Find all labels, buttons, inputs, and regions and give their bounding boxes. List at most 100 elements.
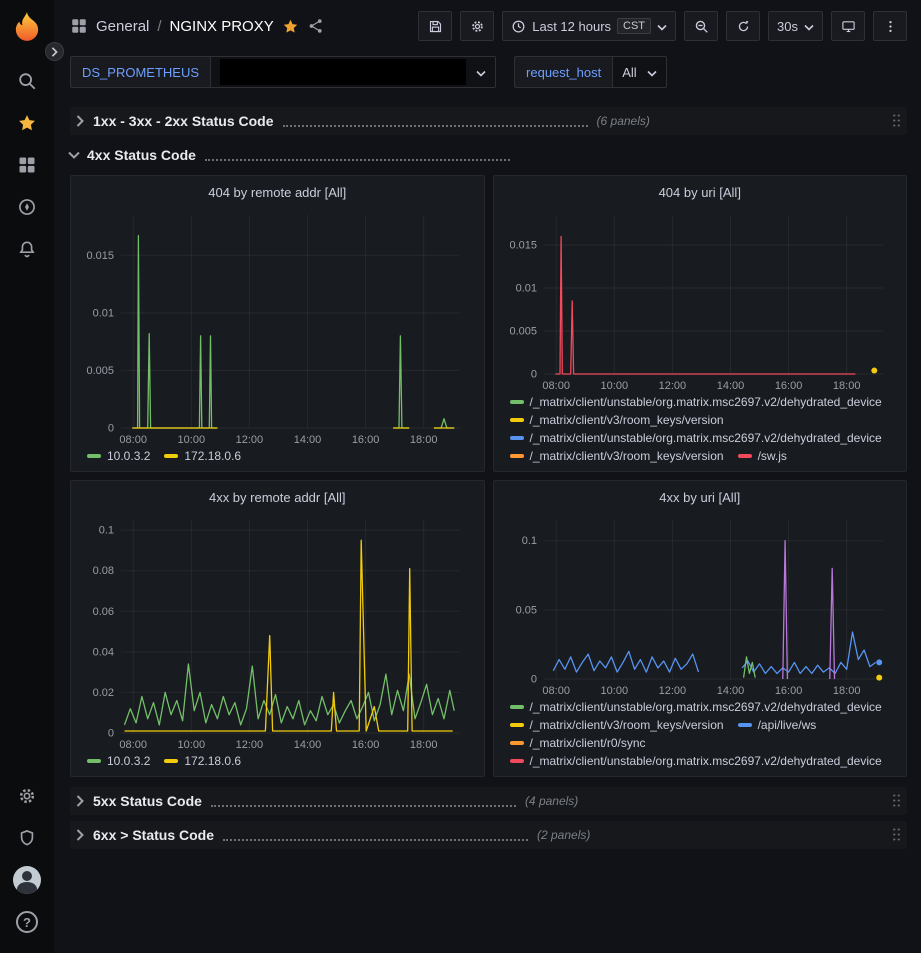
row-6xx[interactable]: 6xx > Status Code (2 panels) [70,821,907,849]
svg-text:14:00: 14:00 [716,685,744,697]
tv-mode-button[interactable] [831,11,865,41]
svg-text:0.08: 0.08 [93,565,114,577]
timezone-badge: CST [617,18,651,34]
legend-item[interactable]: /_matrix/client/r0/sync [510,736,646,750]
sidebar-item-explore[interactable] [5,186,49,228]
search-icon-button[interactable] [5,60,49,102]
svg-text:10:00: 10:00 [600,380,628,392]
panels-grid: 404 by remote addr [All] 00.0050.010.015… [70,175,907,777]
legend-series-marker [510,418,524,422]
variable-label-request-host[interactable]: request_host [514,56,613,88]
chart-legend: /_matrix/client/unstable/org.matrix.msc2… [504,392,897,463]
drag-handle[interactable] [892,827,901,843]
dashboard-settings-button[interactable] [460,11,494,41]
save-dashboard-button[interactable] [418,11,452,41]
star-icon [17,113,37,133]
grafana-logo[interactable] [10,10,44,44]
legend-item[interactable]: 172.18.0.6 [164,754,241,768]
request-host-select[interactable]: All [612,56,666,88]
help-icon: ? [16,911,38,933]
svg-text:0.1: 0.1 [99,525,114,537]
svg-text:0.015: 0.015 [86,250,114,262]
svg-text:12:00: 12:00 [658,685,686,697]
legend-series-marker [87,759,101,763]
panel-title[interactable]: 404 by remote addr [All] [81,181,474,205]
legend-series-label: /_matrix/client/v3/room_keys/version [530,449,724,463]
variables-bar: DS_PROMETHEUS request_host All [54,52,921,98]
sidebar-item-server-admin[interactable] [5,817,49,859]
legend-item[interactable]: 172.18.0.6 [164,449,241,463]
panel-title[interactable]: 4xx by remote addr [All] [81,486,474,510]
legend-item[interactable]: /_matrix/client/unstable/org.matrix.msc2… [510,754,882,768]
sidebar-item-alerting[interactable] [5,228,49,270]
favorite-star-button[interactable] [282,18,299,35]
legend-item[interactable]: /_matrix/client/unstable/org.matrix.msc2… [510,431,882,445]
kebab-menu-button[interactable] [873,11,907,41]
svg-text:0.1: 0.1 [521,535,536,547]
sidebar: ? [0,0,54,953]
legend-item[interactable]: /_matrix/client/v3/room_keys/version [510,449,724,463]
sidebar-item-configuration[interactable] [5,775,49,817]
refresh-button[interactable] [726,11,760,41]
grafana-app: ? General / NGINX PROXY [0,0,921,953]
help-glyph: ? [23,915,31,930]
panel-title[interactable]: 4xx by uri [All] [504,486,897,510]
zoom-out-button[interactable] [684,11,718,41]
user-profile-button[interactable] [5,859,49,901]
refresh-icon [736,19,751,34]
share-button[interactable] [307,17,325,35]
svg-text:18:00: 18:00 [832,685,860,697]
timeseries-chart[interactable]: 00.0050.010.01508:0010:0012:0014:0016:00… [81,205,474,446]
drag-handle[interactable] [892,113,901,129]
breadcrumb-section[interactable]: General [96,18,149,35]
compass-icon [17,197,37,217]
sidebar-item-dashboards[interactable] [5,144,49,186]
row-1xx-3xx-2xx[interactable]: 1xx - 3xx - 2xx Status Code (6 panels) [70,107,907,135]
legend-item[interactable]: /api/live/ws [738,718,817,732]
chevron-right-icon [76,829,84,841]
legend-item[interactable]: 10.0.3.2 [87,754,150,768]
svg-text:08:00: 08:00 [542,380,570,392]
legend-item[interactable]: /_matrix/client/unstable/org.matrix.msc2… [510,700,882,714]
row-panel-count: (4 panels) [525,794,578,808]
svg-text:0.005: 0.005 [86,365,114,377]
timeseries-chart[interactable]: 00.050.108:0010:0012:0014:0016:0018:00 [504,510,897,697]
drag-handle[interactable] [892,793,901,809]
legend-series-marker [510,705,524,709]
panel-404-by-remote-addr: 404 by remote addr [All] 00.0050.010.015… [70,175,485,472]
legend-item[interactable]: /sw.js [738,449,787,463]
svg-text:08:00: 08:00 [542,685,570,697]
help-button[interactable]: ? [5,901,49,943]
legend-item[interactable]: /_matrix/client/unstable/org.matrix.msc2… [510,395,882,409]
panel-title[interactable]: 404 by uri [All] [504,181,897,205]
legend-item[interactable]: /_matrix/client/v3/room_keys/version [510,718,724,732]
chevron-right-icon [51,47,58,57]
datasource-select[interactable] [210,56,496,88]
apps-grid-icon [70,17,88,35]
legend-series-label: /_matrix/client/unstable/org.matrix.msc2… [530,754,882,768]
legend-series-marker [510,741,524,745]
timeseries-chart[interactable]: 00.0050.010.01508:0010:0012:0014:0016:00… [504,205,897,392]
legend-item[interactable]: 10.0.3.2 [87,449,150,463]
variable-label-ds-prometheus[interactable]: DS_PROMETHEUS [70,56,211,88]
legend-series-marker [164,759,178,763]
svg-text:0: 0 [530,674,536,686]
variable-datasource: DS_PROMETHEUS [70,56,496,88]
dashboard-title[interactable]: NGINX PROXY [170,18,274,35]
avatar [13,866,41,894]
panel-4xx-by-remote-addr: 4xx by remote addr [All] 00.020.040.060.… [70,480,485,777]
row-5xx[interactable]: 5xx Status Code (4 panels) [70,787,907,815]
refresh-interval-dropdown[interactable]: 30s [768,11,823,41]
kebab-menu-icon [883,19,898,34]
svg-text:16:00: 16:00 [774,380,802,392]
sidebar-expand-button[interactable] [45,42,64,61]
timeseries-chart[interactable]: 00.020.040.060.080.108:0010:0012:0014:00… [81,510,474,751]
breadcrumb-separator: / [157,18,161,35]
sidebar-item-starred[interactable] [5,102,49,144]
row-4xx[interactable]: 4xx Status Code [70,141,907,169]
dotted-leader [211,796,516,807]
legend-item[interactable]: /_matrix/client/v3/room_keys/version [510,413,724,427]
time-range-picker[interactable]: Last 12 hours CST [502,11,676,41]
save-icon [428,19,443,34]
row-title: 6xx > Status Code [93,827,214,843]
